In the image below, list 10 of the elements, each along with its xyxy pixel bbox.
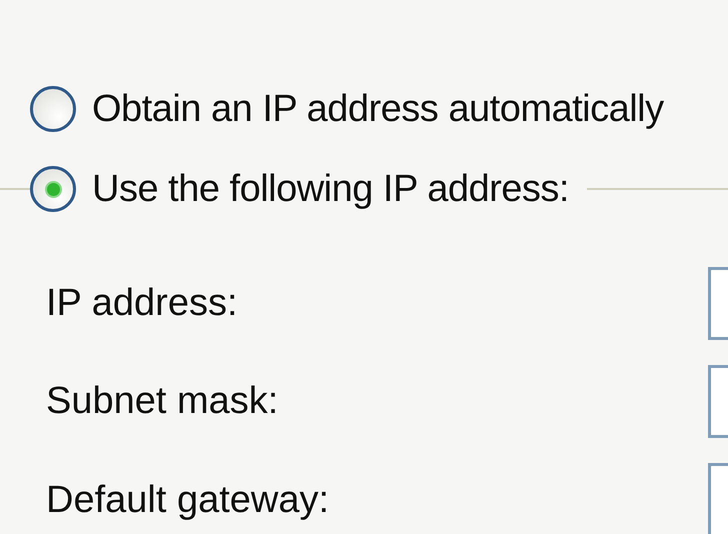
field-label: Subnet mask:: [46, 380, 278, 423]
field-label: Default gateway:: [46, 478, 330, 522]
input-field[interactable]: [708, 365, 728, 438]
field-label: IP address:: [46, 282, 238, 325]
input-field[interactable]: [708, 463, 728, 534]
radio-button[interactable]: [30, 86, 76, 132]
radio-button[interactable]: [30, 166, 76, 212]
radio-label[interactable]: Obtain an IP address automatically: [92, 88, 664, 130]
radio-label[interactable]: Use the following IP address:: [92, 168, 569, 210]
input-field[interactable]: [708, 267, 728, 340]
